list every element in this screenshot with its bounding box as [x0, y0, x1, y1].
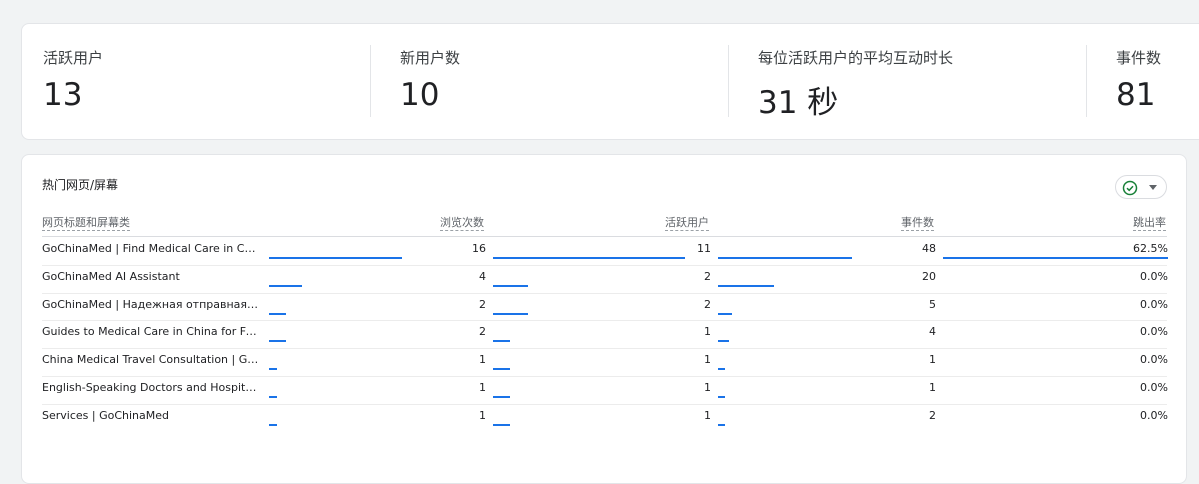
bounce-cell: 0.0%: [1140, 381, 1168, 394]
bounce-cell: 0.0%: [1140, 408, 1168, 422]
top-pages-card: 热门网页/屏幕 网页标题和屏幕类 浏览次数 活跃用户 事件数 跳出率 GoChi…: [21, 154, 1187, 484]
users-cell: 2: [704, 297, 711, 311]
metric-value: 13: [43, 77, 83, 113]
views-bar: [269, 340, 286, 343]
users-cell: 1: [704, 381, 711, 394]
metric-value: 81: [1116, 77, 1156, 113]
page-title-cell[interactable]: GoChinaMed | Надежная отправная точ...: [42, 298, 260, 311]
events-bar: [718, 257, 852, 259]
users-bar: [493, 396, 511, 398]
events-bar: [718, 312, 732, 315]
views-cell: 2: [479, 325, 486, 339]
table-row[interactable]: China Medical Travel Consultation | GoCh…: [22, 348, 1188, 376]
column-header-page-title[interactable]: 网页标题和屏幕类: [42, 216, 130, 231]
table-row[interactable]: Guides to Medical Care in China for Fore…: [22, 320, 1188, 348]
events-bar: [718, 396, 725, 398]
views-bar: [269, 423, 278, 426]
metric-value: 10: [400, 77, 440, 113]
divider: [728, 45, 729, 117]
views-cell: 16: [472, 242, 486, 255]
page-title-cell[interactable]: GoChinaMed AI Assistant: [42, 270, 260, 283]
bounce-cell: 0.0%: [1140, 325, 1168, 339]
events-bar: [718, 423, 725, 426]
views-bar: [269, 312, 286, 315]
metric-label: 事件数: [1116, 49, 1162, 67]
views-bar: [269, 257, 402, 259]
table-row[interactable]: GoChinaMed AI Assistant 4 2 20 0.0%: [22, 265, 1188, 293]
card-title: 热门网页/屏幕: [42, 178, 119, 192]
summary-card: 活跃用户 13 新用户数 10 每位活跃用户的平均互动时长 31 秒 事件数 8…: [21, 23, 1199, 140]
events-cell: 1: [929, 353, 936, 367]
users-bar: [493, 284, 528, 287]
views-cell: 4: [479, 269, 486, 283]
users-bar: [493, 340, 511, 343]
divider: [1086, 45, 1087, 117]
metric-label: 活跃用户: [43, 49, 104, 67]
column-header-events[interactable]: 事件数: [901, 216, 934, 231]
column-header-views[interactable]: 浏览次数: [440, 216, 484, 231]
divider: [370, 45, 371, 117]
page-title-cell[interactable]: GoChinaMed | Find Medical Care in China.…: [42, 242, 260, 255]
views-cell: 1: [479, 353, 486, 367]
users-cell: 11: [697, 242, 711, 255]
users-bar: [493, 423, 511, 426]
table-row[interactable]: English-Speaking Doctors and Hospitals i…: [22, 376, 1188, 404]
column-header-active-users[interactable]: 活跃用户: [665, 216, 709, 231]
events-bar: [718, 340, 730, 343]
views-bar: [269, 284, 303, 287]
bounce-cell: 0.0%: [1140, 353, 1168, 367]
views-cell: 1: [479, 408, 486, 422]
bounce-cell: 62.5%: [1133, 242, 1168, 255]
page-title-cell[interactable]: Guides to Medical Care in China for Fore…: [42, 325, 260, 338]
page-title-cell[interactable]: China Medical Travel Consultation | GoCh…: [42, 353, 260, 366]
page-title-cell[interactable]: Services | GoChinaMed: [42, 409, 260, 422]
check-circle-icon: [1122, 180, 1138, 196]
users-cell: 2: [704, 269, 711, 283]
events-cell: 1: [929, 381, 936, 394]
users-bar: [493, 257, 685, 259]
events-cell: 4: [929, 325, 936, 339]
chevron-down-icon: [1149, 185, 1157, 190]
events-cell: 2: [929, 408, 936, 422]
bounce-cell: 0.0%: [1140, 297, 1168, 311]
events-cell: 48: [922, 242, 936, 255]
views-bar: [269, 368, 278, 371]
views-bar: [269, 396, 278, 398]
bounce-bar: [943, 257, 1168, 259]
users-bar: [493, 312, 528, 315]
users-bar: [493, 368, 511, 371]
table-row[interactable]: GoChinaMed | Надежная отправная точ... 2 2…: [22, 293, 1188, 321]
metric-value: 31 秒: [758, 85, 839, 121]
bounce-cell: 0.0%: [1140, 269, 1168, 283]
events-cell: 20: [922, 269, 936, 283]
table-row[interactable]: GoChinaMed | Find Medical Care in China.…: [22, 237, 1188, 265]
metric-label: 新用户数: [400, 49, 461, 67]
page-title-cell[interactable]: English-Speaking Doctors and Hospitals i…: [42, 381, 260, 394]
users-cell: 1: [704, 325, 711, 339]
events-cell: 5: [929, 297, 936, 311]
views-cell: 2: [479, 297, 486, 311]
users-cell: 1: [704, 353, 711, 367]
table-row[interactable]: Services | GoChinaMed 1 1 2 0.0%: [22, 404, 1188, 432]
events-bar: [718, 368, 725, 371]
users-cell: 1: [704, 408, 711, 422]
views-cell: 1: [479, 381, 486, 394]
events-bar: [718, 284, 774, 287]
column-header-bounce-rate[interactable]: 跳出率: [1133, 216, 1166, 231]
metric-label: 每位活跃用户的平均互动时长: [758, 49, 954, 67]
compare-dropdown-button[interactable]: [1115, 175, 1167, 199]
